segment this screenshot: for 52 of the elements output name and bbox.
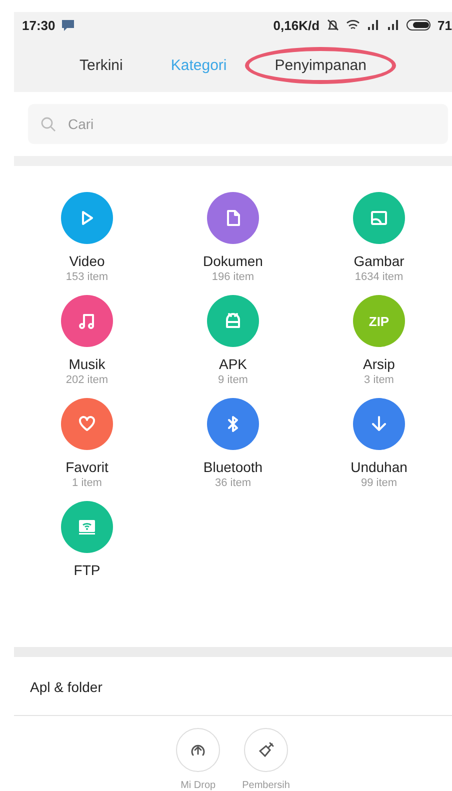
android-icon xyxy=(223,311,243,331)
item-count: 196 item xyxy=(212,271,254,283)
item-count: 9 item xyxy=(218,374,248,386)
category-button[interactable] xyxy=(61,501,113,553)
battery-percent: 71 xyxy=(438,18,452,32)
item-count: 36 item xyxy=(214,477,252,489)
battery-icon xyxy=(406,19,432,31)
music-note-icon xyxy=(77,311,97,331)
category-name: Musik xyxy=(68,356,106,372)
category-button[interactable] xyxy=(61,192,113,244)
item-count: 3 item xyxy=(364,374,394,386)
tab[interactable]: Terkini xyxy=(76,50,127,80)
brush-icon xyxy=(257,741,275,759)
category-button[interactable] xyxy=(353,192,405,244)
signal-icon xyxy=(386,19,400,31)
category-button[interactable] xyxy=(207,192,259,244)
search-icon xyxy=(40,116,56,132)
zip-label: ZIP xyxy=(368,314,390,328)
category-button[interactable] xyxy=(207,295,259,347)
download-arrow-icon xyxy=(369,414,389,434)
network-speed: 0,16K/d xyxy=(273,18,320,32)
category-name: APK xyxy=(218,356,247,372)
tab[interactable]: Kategori xyxy=(166,50,231,80)
section-title: Apl & folder xyxy=(14,657,452,716)
category-name: Gambar xyxy=(354,253,404,269)
item-count: 202 item xyxy=(66,374,108,386)
category-name: Unduhan xyxy=(350,459,408,475)
category-button[interactable]: ZIP xyxy=(353,295,405,347)
message-icon xyxy=(61,19,76,31)
category-button[interactable] xyxy=(61,295,113,347)
category-name: Video xyxy=(69,253,105,269)
category-button[interactable] xyxy=(61,398,113,450)
category-name: FTP xyxy=(74,562,100,578)
picture-icon xyxy=(369,208,389,228)
category-button[interactable] xyxy=(353,398,405,450)
status-time: 17:30 xyxy=(22,18,56,32)
item-count: 99 item xyxy=(360,477,398,489)
category-name: Favorit xyxy=(66,459,108,475)
item-count: 1 item xyxy=(72,477,102,489)
signal-icon xyxy=(366,19,380,31)
category-name: Bluetooth xyxy=(203,459,263,475)
category-name: Dokumen xyxy=(203,253,263,269)
wifi-icon xyxy=(346,19,360,31)
search-field[interactable]: Cari xyxy=(28,104,448,144)
item-count: 1634 item xyxy=(354,271,404,283)
heart-icon xyxy=(77,414,97,434)
category-button[interactable] xyxy=(207,398,259,450)
item-count: 153 item xyxy=(66,271,108,283)
alarm-off-icon xyxy=(326,18,340,32)
wifi-screen-icon xyxy=(77,517,97,537)
tab[interactable]: Penyimpanan xyxy=(270,50,370,80)
category-name: Arsip xyxy=(363,356,395,372)
